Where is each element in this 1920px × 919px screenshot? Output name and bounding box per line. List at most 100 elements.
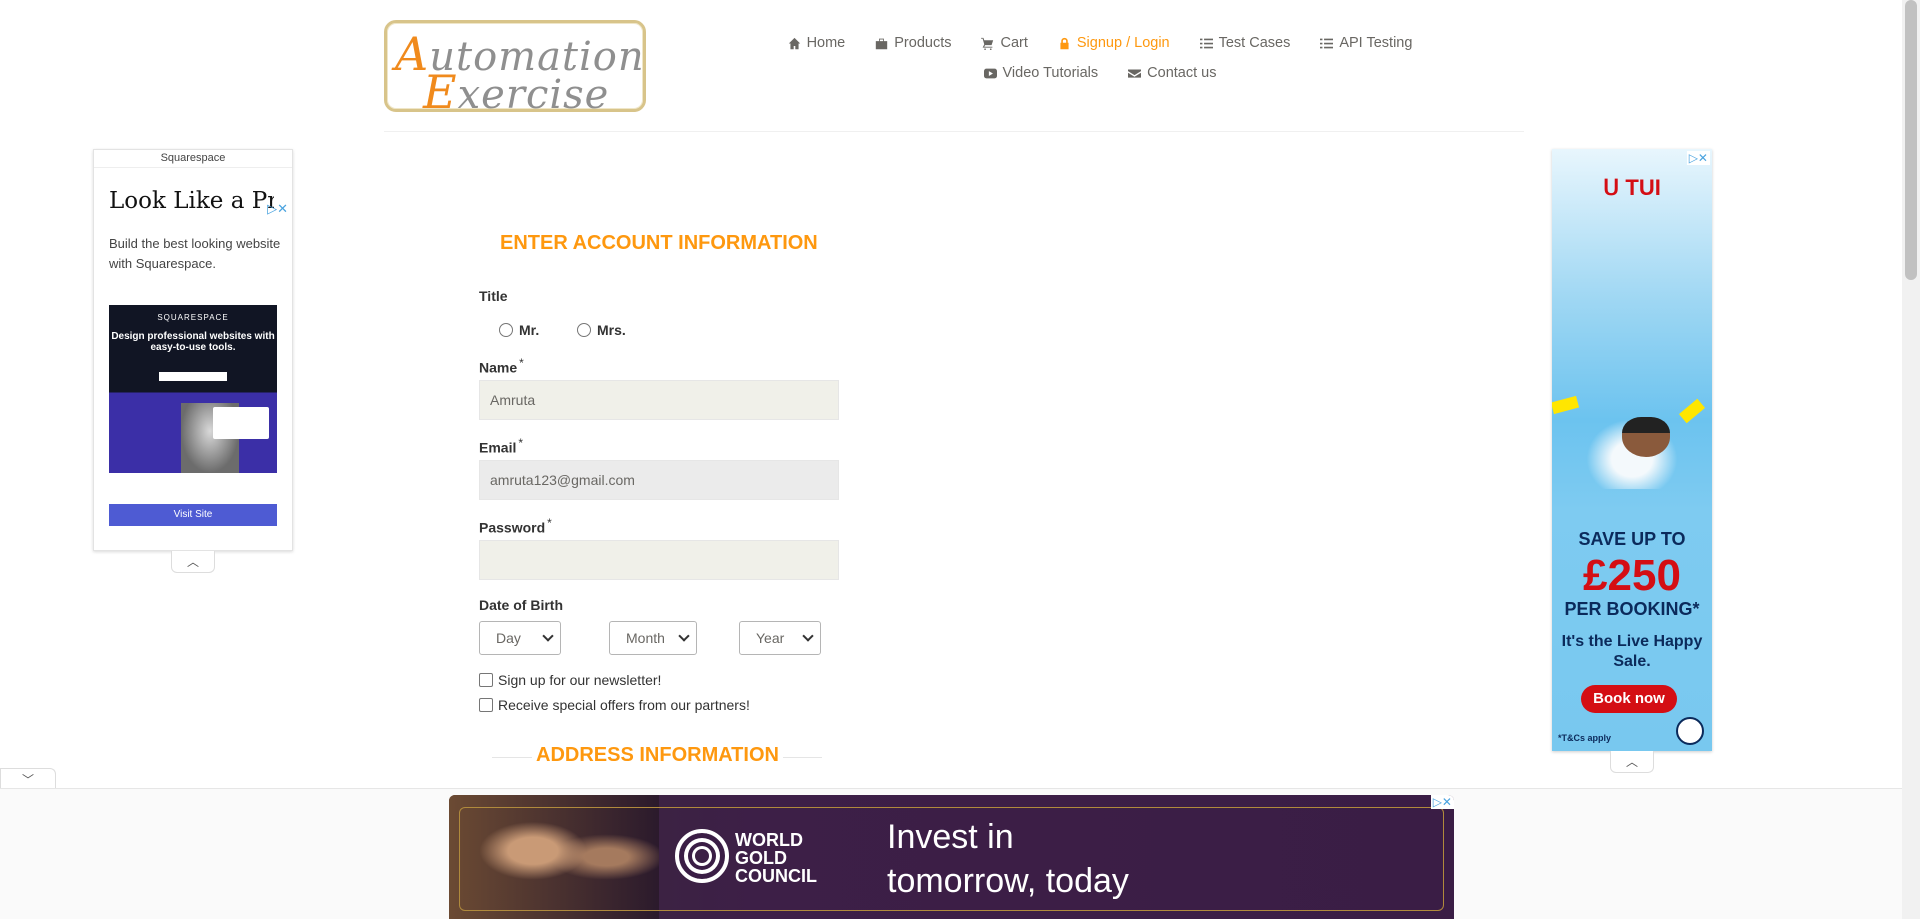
name-field[interactable]: Amruta bbox=[479, 380, 839, 420]
list-icon bbox=[1320, 38, 1334, 48]
bottom-ad-toggle[interactable]: ﹀ bbox=[0, 768, 56, 789]
required-mark: * bbox=[519, 356, 524, 370]
required-mark: * bbox=[547, 516, 552, 530]
dob-year-select[interactable]: Year bbox=[739, 621, 821, 655]
nav-contact-us[interactable]: Contact us bbox=[1128, 65, 1216, 81]
chevron-down-icon bbox=[802, 630, 814, 642]
ad-close-icon[interactable]: ▷✕ bbox=[1686, 151, 1710, 165]
nav-products-label: Products bbox=[894, 35, 952, 51]
nav-cart-label: Cart bbox=[1000, 35, 1028, 51]
nav-signup-login-label: Signup / Login bbox=[1076, 35, 1170, 51]
nav-video-tutorials-label: Video Tutorials bbox=[1002, 65, 1099, 81]
ad-collapse-toggle[interactable]: ︿ bbox=[171, 551, 215, 573]
ad-tagline-line-1: Invest in bbox=[887, 818, 1014, 856]
header-divider bbox=[384, 131, 1524, 132]
ad-brand-line-2: GOLD bbox=[735, 848, 787, 868]
site-logo[interactable]: Automation Exercise bbox=[384, 20, 646, 119]
products-icon bbox=[876, 38, 888, 49]
dob-month-select[interactable]: Month bbox=[609, 621, 697, 655]
ad-squarespace[interactable]: Squarespace Look Like a Pro ▷✕ Build the… bbox=[93, 149, 293, 551]
nav-cart[interactable]: Cart bbox=[981, 35, 1028, 51]
ad-brand-name: WORLD GOLD COUNCIL bbox=[735, 831, 817, 885]
ad-world-gold-council[interactable]: WORLD GOLD COUNCIL Invest in tomorrow, t… bbox=[449, 795, 1454, 919]
ad-brand-line-3: COUNCIL bbox=[735, 866, 817, 886]
ad-live-happy: It's the Live Happy Sale. bbox=[1561, 633, 1703, 670]
ad-image-brand: SQUARESPACE bbox=[157, 313, 229, 322]
offers-checkbox-row[interactable]: Receive special offers from our partners… bbox=[479, 697, 750, 713]
nav-row-1: Home Products Cart Signup / Login Test C… bbox=[770, 28, 1430, 58]
required-mark: * bbox=[518, 436, 524, 450]
radio-button[interactable] bbox=[577, 323, 591, 337]
title-mr-label: Mr. bbox=[519, 322, 540, 338]
chevron-down-icon: ﹀ bbox=[21, 772, 34, 787]
nav-video-tutorials[interactable]: Video Tutorials bbox=[983, 65, 1099, 81]
chevron-up-icon: ︿ bbox=[186, 555, 199, 569]
dob-day-value: Day bbox=[496, 630, 521, 646]
nav-products[interactable]: Products bbox=[875, 35, 951, 51]
ad-description: Build the best looking website with Squa… bbox=[109, 236, 281, 271]
dob-month-value: Month bbox=[626, 630, 665, 646]
radio-button[interactable] bbox=[499, 323, 513, 337]
title-mr-radio[interactable]: Mr. bbox=[499, 322, 539, 338]
name-label-text: Name bbox=[479, 359, 518, 376]
nav-test-cases-label: Test Cases bbox=[1218, 35, 1291, 51]
dob-label: Date of Birth bbox=[479, 597, 563, 613]
ad-terms: *T&Cs apply bbox=[1558, 733, 1612, 743]
scrollbar-thumb[interactable] bbox=[1905, 0, 1917, 280]
ad-image-card bbox=[213, 407, 269, 439]
nav-contact-us-label: Contact us bbox=[1147, 65, 1217, 81]
nav-home-label: Home bbox=[806, 35, 846, 51]
ad-image-button bbox=[159, 372, 227, 381]
ad-price: £250 bbox=[1583, 551, 1681, 600]
cart-icon bbox=[981, 37, 994, 50]
home-icon bbox=[788, 37, 800, 49]
nav-api-testing[interactable]: API Testing bbox=[1320, 35, 1412, 51]
nav-test-cases[interactable]: Test Cases bbox=[1199, 35, 1291, 51]
password-label-text: Password bbox=[479, 519, 546, 536]
chevron-down-icon bbox=[678, 630, 690, 642]
lock-icon bbox=[1060, 37, 1069, 49]
name-value: Amruta bbox=[490, 392, 536, 408]
newsletter-checkbox[interactable] bbox=[479, 673, 493, 687]
nav-home[interactable]: Home bbox=[788, 35, 846, 51]
list-icon bbox=[1199, 38, 1213, 48]
envelope-icon bbox=[1128, 68, 1142, 78]
ad-book-now-button[interactable]: Book now bbox=[1581, 685, 1677, 713]
email-field[interactable]: amruta123@gmail.com bbox=[479, 460, 839, 500]
offers-label: Receive special offers from our partners… bbox=[498, 697, 750, 713]
email-label-text: Email bbox=[479, 439, 517, 456]
ad-tagline: Invest in tomorrow, today bbox=[887, 815, 1129, 903]
dob-day-select[interactable]: Day bbox=[479, 621, 561, 655]
password-label: Password * bbox=[479, 516, 552, 536]
ad-tagline-line-2: tomorrow, today bbox=[887, 862, 1129, 900]
ad-close-icon[interactable]: ▷✕ bbox=[267, 201, 288, 217]
account-info-heading: ENTER ACCOUNT INFORMATION bbox=[500, 232, 818, 254]
ad-headline: Look Like a Pro bbox=[109, 188, 274, 214]
nav-row-2: Video Tutorials Contact us bbox=[770, 58, 1430, 88]
offers-checkbox[interactable] bbox=[479, 698, 493, 712]
ad-brand: Squarespace bbox=[94, 150, 292, 168]
ad-image-text: Design professional websites with easy-t… bbox=[111, 331, 275, 353]
chevron-down-icon bbox=[542, 630, 554, 642]
newsletter-label: Sign up for our newsletter! bbox=[498, 672, 662, 688]
title-mrs-radio[interactable]: Mrs. bbox=[577, 322, 626, 338]
ad-tui-brand: TUI bbox=[1625, 175, 1661, 200]
ad-visit-site-button[interactable]: Visit Site bbox=[109, 504, 277, 526]
ad-collapse-toggle[interactable]: ︿ bbox=[1610, 751, 1654, 773]
password-field[interactable] bbox=[479, 540, 839, 580]
ad-save-text: SAVE UP TO bbox=[1578, 529, 1686, 549]
youtube-icon bbox=[983, 68, 997, 78]
title-label: Title bbox=[479, 288, 508, 304]
ad-tui-logo: ᑌ TUI bbox=[1603, 175, 1661, 200]
nav-signup-login[interactable]: Signup / Login bbox=[1058, 35, 1170, 51]
ad-per-booking: PER BOOKING* bbox=[1564, 599, 1700, 619]
address-info-heading: ADDRESS INFORMATION bbox=[532, 744, 783, 767]
ad-tui[interactable]: ▷✕ ᑌ TUI SAVE UP TO £250 PER BOOKING* It… bbox=[1552, 149, 1712, 751]
logo-text-2: xercise bbox=[457, 72, 610, 118]
ad-brand-line-1: WORLD bbox=[735, 830, 803, 850]
ad-close-icon[interactable]: ▷✕ bbox=[1430, 795, 1454, 809]
newsletter-checkbox-row[interactable]: Sign up for our newsletter! bbox=[479, 672, 661, 688]
dob-year-value: Year bbox=[756, 630, 785, 646]
name-label: Name * bbox=[479, 356, 524, 376]
ad-swimmer bbox=[1622, 417, 1670, 457]
